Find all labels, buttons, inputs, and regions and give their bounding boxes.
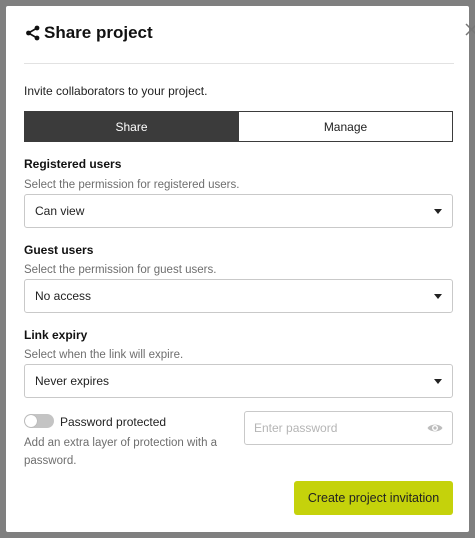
guest-users-value: No access (35, 289, 92, 303)
registered-users-value: Can view (35, 204, 85, 218)
registered-users-select[interactable]: Can view (24, 194, 453, 228)
title-group: Share project (24, 23, 153, 43)
eye-icon[interactable] (426, 419, 444, 437)
close-icon[interactable] (462, 20, 475, 38)
guest-users-help: Select the permission for guest users. (24, 264, 217, 276)
password-input[interactable] (245, 412, 426, 444)
link-expiry-select[interactable]: Never expires (24, 364, 453, 398)
link-expiry-label: Link expiry (24, 328, 88, 342)
guest-users-select[interactable]: No access (24, 279, 453, 313)
password-toggle-label: Password protected (60, 415, 167, 429)
toggle-knob (25, 415, 37, 427)
password-help: Add an extra layer of protection with a … (24, 437, 218, 467)
share-manage-tabs: Share Manage (24, 111, 453, 142)
tab-manage[interactable]: Manage (238, 112, 452, 141)
registered-users-label: Registered users (24, 157, 122, 171)
link-expiry-value: Never expires (35, 374, 110, 388)
dialog-title: Share project (44, 23, 153, 42)
caret-down-icon (434, 293, 442, 299)
password-field (244, 411, 453, 445)
share-project-dialog: Share project Invite collaborators to yo… (6, 6, 475, 532)
password-toggle[interactable] (24, 414, 54, 428)
dialog-header: Share project (24, 6, 475, 64)
tab-share[interactable]: Share (25, 112, 238, 141)
caret-down-icon (434, 378, 442, 384)
guest-users-label: Guest users (24, 243, 94, 257)
link-expiry-help: Select when the link will expire. (24, 349, 184, 361)
registered-users-help: Select the permission for registered use… (24, 179, 240, 191)
create-invitation-button[interactable]: Create project invitation (294, 481, 453, 515)
intro-text: Invite collaborators to your project. (24, 84, 208, 98)
share-icon (24, 24, 42, 42)
caret-down-icon (434, 208, 442, 214)
